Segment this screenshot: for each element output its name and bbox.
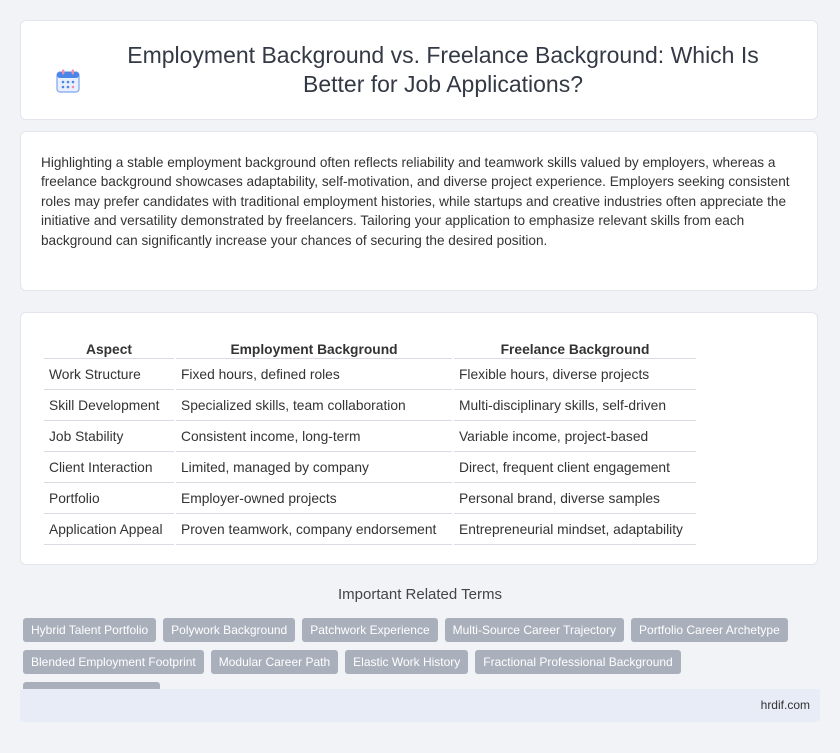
table-cell: Client Interaction: [44, 452, 174, 483]
related-term-tag[interactable]: Multi-Source Career Trajectory: [444, 618, 625, 642]
table-cell: Flexible hours, diverse projects: [454, 359, 696, 390]
column-header-employment: Employment Background: [176, 333, 452, 359]
table-cell: Direct, frequent client engagement: [454, 452, 696, 483]
table-cell: Portfolio: [44, 483, 174, 514]
table-cell: Multi-disciplinary skills, self-driven: [454, 390, 696, 421]
table-row: Client Interaction Limited, managed by c…: [44, 452, 696, 483]
table-cell: Consistent income, long-term: [176, 421, 452, 452]
column-header-aspect: Aspect: [44, 333, 174, 359]
site-credit-link[interactable]: hrdif.com: [761, 698, 810, 712]
table-cell: Employer-owned projects: [176, 483, 452, 514]
title-card: Employment Background vs. Freelance Back…: [20, 20, 818, 120]
table-row: Application Appeal Proven teamwork, comp…: [44, 514, 696, 545]
calendar-icon: [56, 69, 80, 93]
table-row: Skill Development Specialized skills, te…: [44, 390, 696, 421]
related-term-tag[interactable]: Elastic Work History: [345, 650, 469, 674]
table-cell: Skill Development: [44, 390, 174, 421]
table-row: Portfolio Employer-owned projects Person…: [44, 483, 696, 514]
column-header-freelance: Freelance Background: [454, 333, 696, 359]
table-cell: Personal brand, diverse samples: [454, 483, 696, 514]
table-row: Job Stability Consistent income, long-te…: [44, 421, 696, 452]
table-cell: Work Structure: [44, 359, 174, 390]
table-cell: Application Appeal: [44, 514, 174, 545]
related-term-tag[interactable]: Patchwork Experience: [302, 618, 438, 642]
related-term-tag[interactable]: Hybrid Talent Portfolio: [23, 618, 157, 642]
table-cell: Specialized skills, team collaboration: [176, 390, 452, 421]
related-terms-heading: Important Related Terms: [338, 586, 502, 603]
table-cell: Variable income, project-based: [454, 421, 696, 452]
table-cell: Entrepreneurial mindset, adaptability: [454, 514, 696, 545]
intro-card: Highlighting a stable employment backgro…: [20, 131, 818, 291]
title-wrap: Employment Background vs. Freelance Back…: [49, 41, 789, 99]
table-cell: Proven teamwork, company endorsement: [176, 514, 452, 545]
page-title: Employment Background vs. Freelance Back…: [127, 42, 759, 97]
table-header-row: Aspect Employment Background Freelance B…: [44, 333, 696, 359]
comparison-card: Aspect Employment Background Freelance B…: [20, 312, 818, 565]
related-term-tag[interactable]: Blended Employment Footprint: [23, 650, 204, 674]
comparison-table: Aspect Employment Background Freelance B…: [42, 333, 698, 545]
table-cell: Fixed hours, defined roles: [176, 359, 452, 390]
intro-paragraph: Highlighting a stable employment backgro…: [41, 155, 790, 248]
table-cell: Limited, managed by company: [176, 452, 452, 483]
related-term-tag[interactable]: Fractional Professional Background: [475, 650, 681, 674]
table-cell: Job Stability: [44, 421, 174, 452]
related-term-tag[interactable]: Portfolio Career Archetype: [631, 618, 788, 642]
footer-bar: hrdif.com: [20, 689, 820, 722]
related-term-tag[interactable]: Modular Career Path: [210, 650, 339, 674]
related-term-tag[interactable]: Polywork Background: [163, 618, 296, 642]
table-row: Work Structure Fixed hours, defined role…: [44, 359, 696, 390]
